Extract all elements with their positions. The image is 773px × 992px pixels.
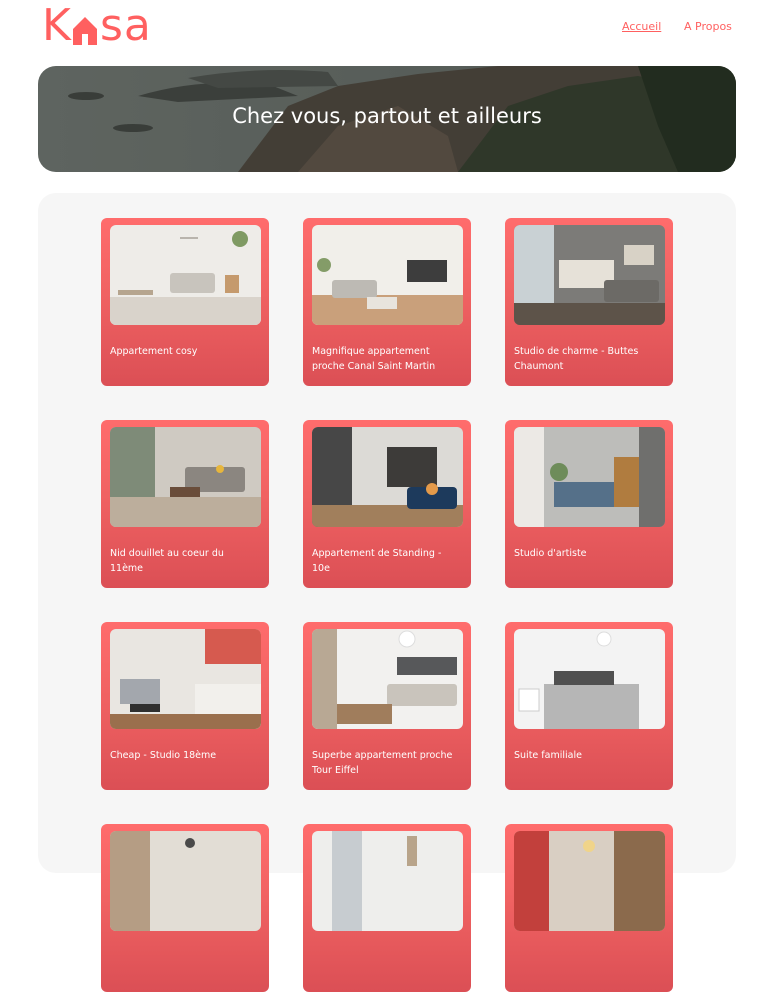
listing-title: Nid douillet au coeur du 11ème [110, 548, 224, 574]
listing-photo [514, 225, 665, 325]
listing-title: Superbe appartement proche Tour Eiffel [312, 750, 453, 776]
header: K sa Accueil A Propos [0, 0, 773, 60]
nav-about-link[interactable]: A Propos [684, 20, 732, 33]
listing-photo [110, 831, 261, 931]
listing-title: Appartement cosy [110, 346, 198, 357]
listing-photo [514, 831, 665, 931]
listing-card[interactable]: Studio de charme - Buttes Chaumont [505, 218, 673, 386]
listing-photo [312, 629, 463, 729]
listing-photo [312, 831, 463, 931]
logo-letter-k: K [42, 0, 72, 51]
listing-photo [514, 629, 665, 729]
listing-card[interactable]: Cheap - Studio 18ème [101, 622, 269, 790]
listing-photo [312, 427, 463, 527]
listing-title: Studio de charme - Buttes Chaumont [514, 346, 639, 372]
listing-photo [110, 225, 261, 325]
listing-card[interactable]: Nid douillet au coeur du 11ème [101, 420, 269, 588]
listing-title: Cheap - Studio 18ème [110, 750, 217, 761]
nav-home[interactable]: Accueil [622, 20, 661, 33]
house-icon [73, 17, 97, 45]
listing-photo [312, 225, 463, 325]
banner-title: Chez vous, partout et ailleurs [232, 104, 542, 128]
nav-about[interactable]: A Propos [684, 20, 732, 33]
listing-title: Studio d'artiste [514, 548, 587, 559]
listing-card[interactable] [101, 824, 269, 992]
listing-card[interactable]: Appartement de Standing - 10e [303, 420, 471, 588]
logo-letters-sa: sa [100, 0, 152, 51]
listing-title: Suite familiale [514, 750, 582, 761]
listing-photo [514, 427, 665, 527]
listing-card[interactable]: Superbe appartement proche Tour Eiffel [303, 622, 471, 790]
listing-title: Magnifique appartement proche Canal Sain… [312, 346, 436, 372]
listing-photo [110, 427, 261, 527]
hero-banner: Chez vous, partout et ailleurs [38, 66, 736, 172]
listing-card[interactable]: Appartement cosy [101, 218, 269, 386]
listing-photo [110, 629, 261, 729]
listing-card[interactable]: Suite familiale [505, 622, 673, 790]
listing-card[interactable] [505, 824, 673, 992]
listing-title: Appartement de Standing - 10e [312, 548, 442, 574]
listing-card[interactable]: Magnifique appartement proche Canal Sain… [303, 218, 471, 386]
kasa-logo[interactable]: K sa [42, 4, 160, 48]
listing-card[interactable]: Studio d'artiste [505, 420, 673, 588]
listing-card[interactable] [303, 824, 471, 992]
listings-gallery: Appartement cosy Magnifique appartement … [38, 193, 736, 992]
nav-home-link[interactable]: Accueil [622, 20, 661, 33]
